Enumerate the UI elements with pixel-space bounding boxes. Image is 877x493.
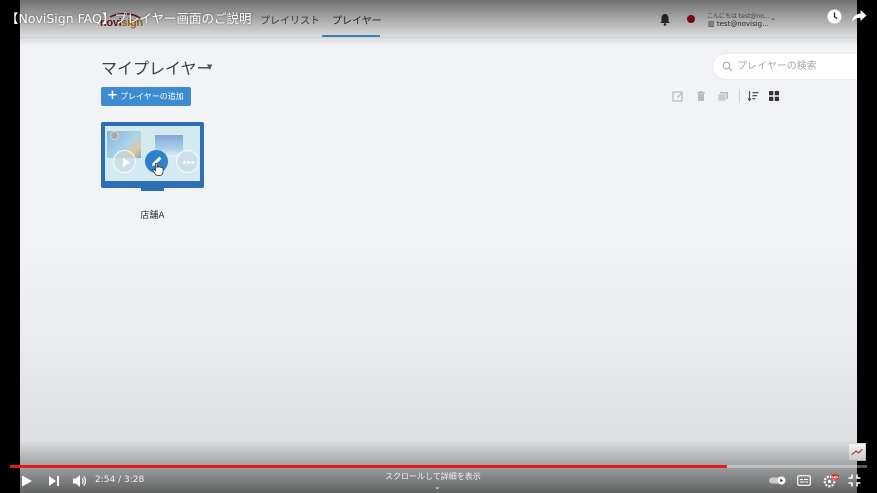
user-email-text: test@novisig... (716, 20, 769, 28)
user-greeting: こんにちは test@no... (707, 13, 770, 20)
player-card[interactable] (101, 122, 204, 192)
progress-bar[interactable] (10, 465, 867, 468)
player-stand (141, 188, 164, 191)
subtitles-icon[interactable] (797, 475, 811, 486)
player-status-dot (110, 131, 119, 140)
search-input[interactable] (737, 58, 852, 75)
bell-icon[interactable] (659, 13, 671, 26)
search-box[interactable] (713, 54, 857, 79)
more-options-button[interactable] (176, 150, 199, 173)
copy-icon[interactable] (717, 90, 729, 102)
edit-icon[interactable] (672, 90, 684, 102)
hand-cursor-icon (152, 162, 164, 176)
svg-text:HD: HD (832, 475, 838, 479)
sort-icon[interactable] (747, 90, 759, 102)
account-icon: ▥ (708, 20, 717, 28)
play-icon[interactable] (20, 475, 34, 487)
preview-play-button[interactable] (113, 150, 136, 173)
autoplay-toggle[interactable] (769, 476, 786, 485)
search-icon (722, 61, 733, 72)
grid-icon[interactable] (768, 90, 780, 102)
next-icon[interactable] (48, 475, 60, 487)
settings-icon[interactable]: HD (823, 474, 839, 488)
active-tab-indicator (322, 35, 380, 37)
user-email[interactable]: ▥ test@novisig... (708, 20, 769, 28)
share-icon[interactable] (851, 9, 867, 24)
chevron-down-icon[interactable]: ▼ (207, 63, 212, 71)
trend-icon[interactable] (848, 443, 866, 461)
exit-fullscreen-icon[interactable] (848, 474, 861, 487)
add-player-label: プレイヤーの追加 (120, 92, 184, 101)
video-player[interactable]: novisign プレイリスト プレイヤー こんにちは test@no... ▥… (0, 0, 877, 493)
time-display: 2:54 / 3:28 (95, 475, 145, 485)
more-icon (183, 161, 194, 164)
add-player-button[interactable]: + プレイヤーの追加 (101, 87, 191, 106)
volume-icon[interactable] (72, 474, 87, 488)
chevron-down-icon[interactable]: ⌄ (434, 482, 441, 491)
toolbar-divider (739, 89, 740, 103)
progress-played (10, 465, 728, 468)
player-name[interactable]: 店舗A (101, 208, 204, 221)
user-menu-caret-icon[interactable]: ⌄ (770, 14, 776, 22)
page-title[interactable]: マイプレイヤー (101, 55, 213, 79)
trash-icon[interactable] (695, 90, 707, 102)
status-indicator (687, 15, 695, 23)
tab-playlist[interactable]: プレイリスト (260, 12, 320, 27)
clock-icon[interactable] (827, 9, 842, 24)
plus-icon: + (107, 88, 118, 103)
video-title[interactable]: 【NoviSign FAQ】プレイヤー画面のご説明 (6, 8, 251, 27)
play-icon (123, 158, 130, 167)
scroll-hint[interactable]: スクロールして詳細を表示 (385, 471, 481, 482)
novisign-app: novisign プレイリスト プレイヤー こんにちは test@no... ▥… (20, 0, 857, 493)
tab-player[interactable]: プレイヤー (332, 12, 382, 27)
